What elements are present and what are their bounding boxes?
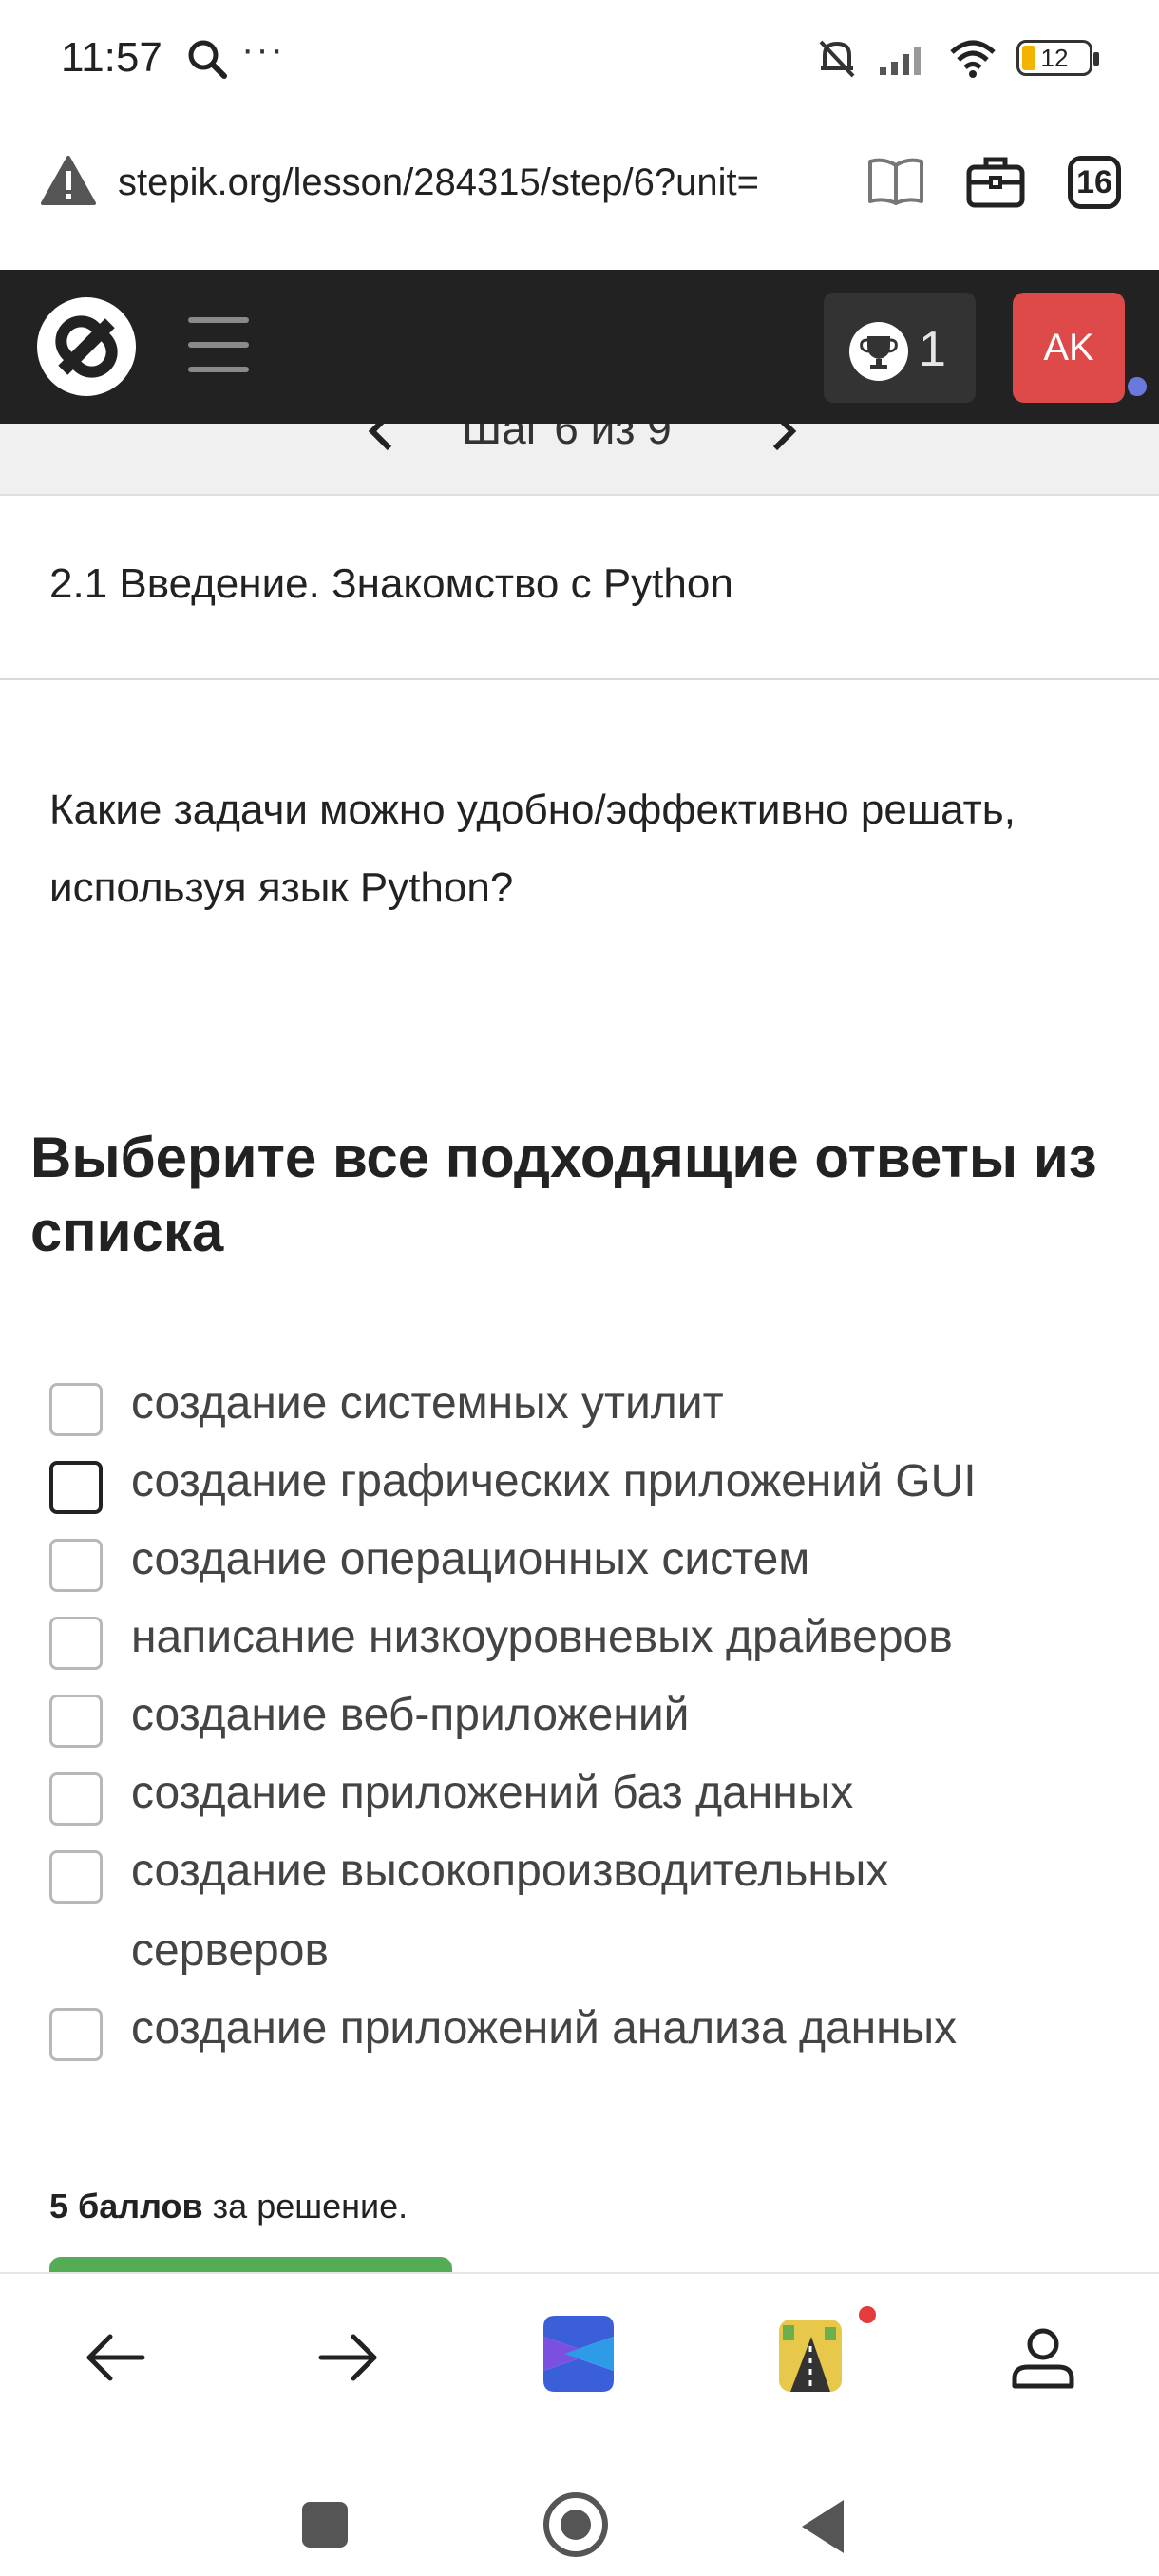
answer-checkbox[interactable] bbox=[49, 1617, 103, 1670]
answer-checkbox[interactable] bbox=[49, 1772, 103, 1826]
notification-dot bbox=[859, 2306, 876, 2323]
answer-label[interactable]: создание операционных систем bbox=[131, 1520, 809, 1600]
status-time: 11:57 bbox=[61, 34, 162, 81]
answer-option[interactable]: создание приложений баз данных bbox=[49, 1765, 1123, 1833]
answer-options: создание системных утилит создание графи… bbox=[49, 1375, 1123, 2078]
points-suffix: за решение. bbox=[202, 2187, 408, 2226]
forward-arrow-icon[interactable] bbox=[312, 2321, 384, 2394]
chevron-left-icon[interactable] bbox=[361, 424, 399, 462]
answer-label[interactable]: создание приложений анализа данных bbox=[131, 1989, 957, 2069]
answer-option[interactable]: создание веб-приложений bbox=[49, 1687, 1123, 1755]
answer-checkbox[interactable] bbox=[49, 1461, 103, 1514]
answer-label[interactable]: создание графических приложений GUI bbox=[131, 1442, 977, 1522]
lesson-title: 2.1 Введение. Знакомство с Python bbox=[49, 560, 733, 607]
answer-option[interactable]: написание низкоуровневых драйверов bbox=[49, 1609, 1123, 1677]
notification-dot bbox=[1125, 374, 1150, 399]
answer-checkbox[interactable] bbox=[49, 1850, 103, 1904]
profile-icon[interactable] bbox=[1007, 2321, 1079, 2394]
mute-icon bbox=[819, 40, 855, 78]
more-notifications-icon: ··· bbox=[241, 28, 285, 70]
browser-app-icon[interactable] bbox=[536, 2308, 621, 2399]
chevron-right-icon[interactable] bbox=[766, 424, 804, 462]
points-value: 5 баллов bbox=[49, 2187, 203, 2226]
step-navigation: Шаг 6 из 9 bbox=[0, 424, 1159, 496]
menu-icon[interactable] bbox=[188, 317, 249, 374]
back-arrow-icon[interactable] bbox=[80, 2321, 152, 2394]
step-counter: Шаг 6 из 9 bbox=[462, 424, 672, 453]
answer-label[interactable]: создание веб-приложений bbox=[131, 1676, 689, 1755]
recents-button[interactable] bbox=[302, 2502, 348, 2548]
avatar[interactable]: AK bbox=[1013, 293, 1125, 403]
site-navbar: 1 AK bbox=[0, 270, 1159, 424]
tabs-icon[interactable]: 16 bbox=[1068, 156, 1121, 209]
answer-checkbox[interactable] bbox=[49, 1383, 103, 1436]
answer-checkbox[interactable] bbox=[49, 1695, 103, 1748]
signal-icon bbox=[880, 47, 921, 75]
question-text: Какие задачи можно удобно/эффективно реш… bbox=[49, 786, 1016, 911]
warning-icon[interactable] bbox=[40, 154, 97, 207]
home-button[interactable] bbox=[543, 2492, 608, 2557]
points-info: 5 баллов за решение. bbox=[49, 2187, 408, 2226]
back-button[interactable] bbox=[802, 2500, 844, 2553]
answer-checkbox[interactable] bbox=[49, 1539, 103, 1592]
browser-url-bar: stepik.org/lesson/284315/step/6?unit= 16 bbox=[0, 120, 1159, 270]
divider bbox=[0, 678, 1159, 680]
answer-option[interactable]: создание высокопроизводительных серверов bbox=[49, 1843, 1123, 1991]
search-icon bbox=[188, 40, 227, 79]
wifi-icon bbox=[950, 40, 996, 78]
status-indicators: 12 bbox=[815, 36, 1099, 80]
answer-option[interactable]: создание операционных систем bbox=[49, 1531, 1123, 1600]
answer-label[interactable]: написание низкоуровневых драйверов bbox=[131, 1598, 953, 1677]
briefcase-icon[interactable] bbox=[965, 154, 1026, 209]
reader-mode-icon[interactable] bbox=[866, 154, 925, 207]
status-bar: 11:57 ··· 12 bbox=[0, 0, 1159, 120]
answer-label[interactable]: создание высокопроизводительных серверов bbox=[131, 1831, 1081, 1991]
answer-option[interactable]: создание приложений анализа данных bbox=[49, 2000, 1123, 2069]
answer-option[interactable]: создание системных утилит bbox=[49, 1375, 1123, 1444]
quiz-heading: Выберите все подходящие ответы из списка bbox=[30, 1126, 1097, 1263]
answer-option[interactable]: создание графических приложений GUI bbox=[49, 1453, 1123, 1522]
answer-checkbox[interactable] bbox=[49, 2008, 103, 2061]
answer-label[interactable]: создание системных утилит bbox=[131, 1364, 724, 1444]
trophy-icon bbox=[849, 322, 908, 381]
system-navigation-bar bbox=[0, 2434, 1159, 2576]
browser-bottom-bar bbox=[0, 2272, 1159, 2434]
answer-label[interactable]: создание приложений баз данных bbox=[131, 1753, 853, 1833]
score-badge[interactable]: 1 bbox=[824, 293, 976, 403]
game-app-icon[interactable] bbox=[777, 2318, 844, 2394]
battery-icon: 12 bbox=[1016, 40, 1099, 76]
score-value: 1 bbox=[919, 322, 946, 377]
stepik-logo-icon[interactable] bbox=[34, 294, 139, 399]
battery-level: 12 bbox=[1040, 44, 1069, 72]
url-field[interactable]: stepik.org/lesson/284315/step/6?unit= bbox=[118, 161, 836, 204]
